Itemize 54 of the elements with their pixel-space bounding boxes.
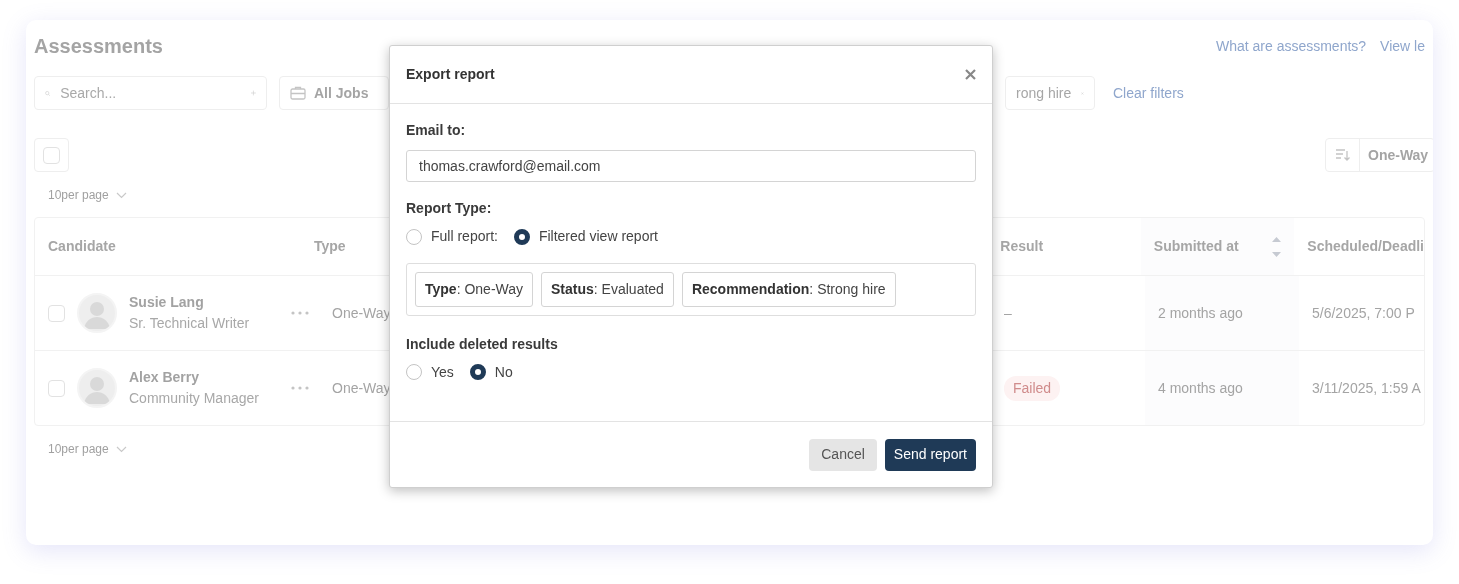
more-icon[interactable] <box>291 386 309 390</box>
candidate-role: Sr. Technical Writer <box>129 314 251 333</box>
status-badge: Failed <box>1004 375 1061 401</box>
candidate-role: Community Manager <box>129 389 260 408</box>
table-cell-text: – <box>1004 303 1012 323</box>
dialog-title: Export report <box>406 66 495 83</box>
clear-filters-link[interactable]: Clear filters <box>1113 82 1184 104</box>
send-button[interactable]: Send report <box>884 438 976 471</box>
table-cell-text: 3/11/2025, 1:59 A <box>1312 378 1421 398</box>
email-field[interactable]: thomas.crawford@email.com <box>406 150 976 182</box>
help-link[interactable]: What are assessments? <box>1215 35 1367 57</box>
table-cell-text: 2 months ago <box>1158 303 1243 323</box>
filter-tag: Type: One-Way <box>415 271 534 307</box>
filter-chip[interactable]: rong hire <box>1005 76 1095 110</box>
per-page-select[interactable]: 10per page <box>48 440 127 458</box>
column-header: Scheduled/Deadli <box>1307 237 1424 256</box>
radio-option[interactable]: Yes <box>406 361 454 383</box>
search-box[interactable]: Search... <box>34 76 267 110</box>
table-cell-text: 4 months ago <box>1158 378 1243 398</box>
sort-icon[interactable] <box>1334 148 1351 162</box>
table-cell-text: 5/6/2025, 7:00 P <box>1312 303 1415 323</box>
chevron-down-icon <box>115 191 127 199</box>
table-cell-text: One-Way <box>332 303 391 323</box>
more-icon[interactable] <box>291 311 309 315</box>
job-filter[interactable]: All Jobs <box>279 76 389 110</box>
column-header: Type <box>313 237 346 256</box>
field-label: Report Type: <box>406 199 493 218</box>
per-page-select[interactable]: 10per page <box>48 186 127 204</box>
row-checkbox[interactable] <box>48 304 65 322</box>
help-link[interactable]: View le <box>1380 35 1425 57</box>
page-title: Assessments <box>34 34 163 58</box>
close-icon[interactable] <box>965 69 976 80</box>
briefcase-icon <box>290 86 306 100</box>
avatar-icon <box>77 293 117 333</box>
column-header: Candidate <box>48 237 116 256</box>
column-header: Result <box>1000 237 1044 256</box>
avatar-icon <box>77 368 117 408</box>
cancel-button[interactable]: Cancel <box>809 438 877 471</box>
filter-tag: Status: Evaluated <box>541 271 674 307</box>
row-checkbox[interactable] <box>48 379 65 397</box>
radio-option[interactable]: Filtered view report <box>513 226 658 247</box>
field-label: Include deleted results <box>406 334 559 354</box>
filter-tag: Recommendation: Strong hire <box>681 271 896 307</box>
column-header[interactable]: Submitted at <box>1153 235 1283 258</box>
candidate-name: Susie Lang <box>129 293 205 312</box>
radio-option[interactable]: Full report: <box>406 226 498 247</box>
chevron-down-icon <box>115 445 127 453</box>
radio-option[interactable]: No <box>469 361 513 383</box>
candidate-name: Alex Berry <box>129 368 201 387</box>
sort-arrows-icon[interactable] <box>1271 235 1283 258</box>
table-cell-text: One-Way <box>332 378 391 398</box>
search-field[interactable]: Search... <box>58 81 244 105</box>
select-all-checkbox[interactable] <box>43 146 60 164</box>
field-label: Email to: <box>406 121 467 140</box>
